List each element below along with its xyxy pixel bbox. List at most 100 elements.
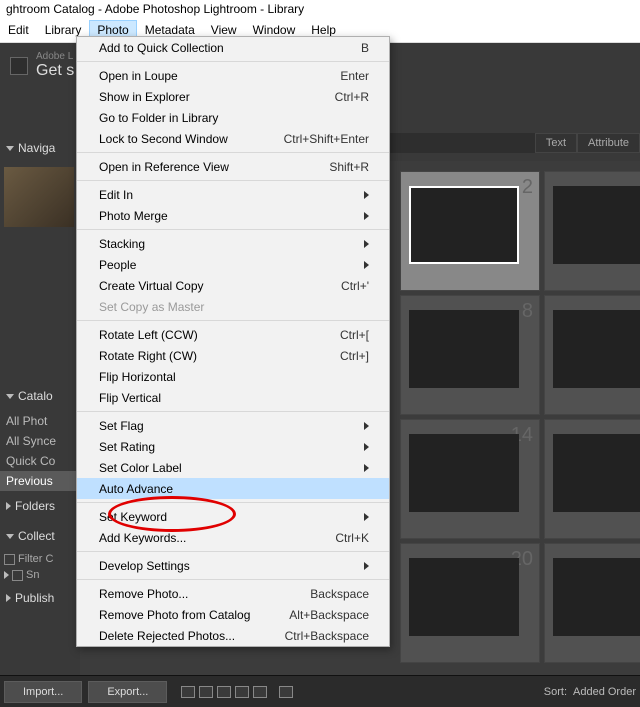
collection-icon [12,570,23,581]
photo-thumbnail[interactable] [409,310,519,388]
grid-view-icon[interactable] [181,686,195,698]
menu-item-shortcut: Ctrl+K [335,531,369,545]
menu-item-rotate-right-cw[interactable]: Rotate Right (CW)Ctrl+] [77,345,389,366]
compare-view-icon[interactable] [217,686,231,698]
chevron-right-icon [6,594,11,602]
chevron-right-icon [4,571,9,579]
menu-item-label: People [99,258,136,272]
menu-item-add-keywords[interactable]: Add Keywords... Ctrl+K [77,527,389,548]
grid-index: 8 [522,300,533,323]
grid-cell[interactable]: 21 [544,543,640,663]
survey-view-icon[interactable] [235,686,249,698]
panel-collections[interactable]: Collect [0,521,80,551]
menu-item-open-in-loupe[interactable]: Open in Loupe Enter [77,65,389,86]
brand-sub: Adobe L [36,51,74,62]
grid-cell[interactable]: 8 [400,295,540,415]
menu-item-remove-photo-from-catalog[interactable]: Remove Photo from CatalogAlt+Backspace [77,604,389,625]
menu-item-remove-photo[interactable]: Remove Photo...Backspace [77,583,389,604]
grid-cell[interactable]: 3 [544,171,640,291]
menu-item-shortcut: Enter [340,69,369,83]
menu-item-rotate-left-ccw[interactable]: Rotate Left (CCW) Ctrl+[ [77,324,389,345]
filter-collections-label: Filter C [18,553,53,565]
menu-item-shortcut: Shift+R [329,160,369,174]
menu-item-label: Set Color Label [99,461,182,475]
panel-catalog-label: Catalo [18,389,53,403]
chevron-down-icon [6,534,14,539]
loupe-view-icon[interactable] [199,686,213,698]
photo-thumbnail[interactable] [409,434,519,512]
photo-thumbnail[interactable] [553,434,640,512]
menu-item-add-to-quick-collection[interactable]: Add to Quick CollectionB [77,37,389,58]
menu-item-label: Open in Loupe [99,69,178,83]
menu-edit[interactable]: Edit [0,20,37,40]
checkbox-icon [4,554,15,565]
catalog-item-quick-collection[interactable]: Quick Co [0,451,80,471]
collection-smart[interactable]: Sn [0,567,80,583]
menu-item-delete-rejected-photos[interactable]: Delete Rejected Photos...Ctrl+Backspace [77,625,389,646]
menu-item-shortcut: Ctrl+' [341,279,369,293]
menu-item-people[interactable]: People [77,254,389,275]
menu-item-set-flag[interactable]: Set Flag [77,415,389,436]
menu-item-lock-to-second-window[interactable]: Lock to Second WindowCtrl+Shift+Enter [77,128,389,149]
library-filter-bar: Text Attribute [390,133,640,153]
menu-item-edit-in[interactable]: Edit In [77,184,389,205]
export-button[interactable]: Export... [88,681,167,703]
menu-item-set-keyword[interactable]: Set Keyword [77,506,389,527]
menu-item-label: Create Virtual Copy [99,279,204,293]
grid-cell[interactable]: 2 [400,171,540,291]
photo-thumbnail[interactable] [409,186,519,264]
panel-publish[interactable]: Publish [0,583,80,613]
people-view-icon[interactable] [253,686,267,698]
menu-item-label: Stacking [99,237,145,251]
filter-collections[interactable]: Filter C [0,551,80,567]
photo-thumbnail[interactable] [553,310,640,388]
menu-item-flip-vertical[interactable]: Flip Vertical [77,387,389,408]
menu-item-set-color-label[interactable]: Set Color Label [77,457,389,478]
menu-item-shortcut: B [361,41,369,55]
photo-thumbnail[interactable] [553,186,640,264]
menu-item-open-in-reference-view[interactable]: Open in Reference ViewShift+R [77,156,389,177]
grid-cell[interactable]: 9 [544,295,640,415]
navigator-preview [4,167,74,227]
menu-item-label: Develop Settings [99,559,190,573]
sort-value[interactable]: Added Order [573,686,636,698]
left-panel: Naviga Catalo All Phot All Synce Quick C… [0,133,80,675]
painter-icon[interactable] [279,686,293,698]
menu-item-label: Go to Folder in Library [99,111,218,125]
photo-menu-dropdown: Add to Quick CollectionB Open in Loupe Ent… [76,36,390,647]
menu-item-auto-advance[interactable]: Auto Advance [77,478,389,499]
brand-main: Get s [36,62,74,80]
menu-item-show-in-explorer[interactable]: Show in ExplorerCtrl+R [77,86,389,107]
grid-cell[interactable]: 14 [400,419,540,539]
grid-cell[interactable]: 20 [400,543,540,663]
chevron-down-icon [6,394,14,399]
catalog-item-all-synced[interactable]: All Synce [0,431,80,451]
menu-item-label: Set Keyword [99,510,167,524]
menu-item-shortcut: Backspace [310,587,369,601]
menu-item-create-virtual-copy[interactable]: Create Virtual Copy Ctrl+' [77,275,389,296]
menu-item-label: Rotate Left (CCW) [99,328,198,342]
chevron-down-icon [6,146,14,151]
photo-thumbnail[interactable] [553,558,640,636]
menu-item-set-rating[interactable]: Set Rating [77,436,389,457]
menu-item-shortcut: Ctrl+[ [340,328,369,342]
catalog-item-all-photos[interactable]: All Phot [0,411,80,431]
menu-item-go-to-folder-in-library[interactable]: Go to Folder in Library [77,107,389,128]
menu-item-photo-merge[interactable]: Photo Merge [77,205,389,226]
panel-folders[interactable]: Folders [0,491,80,521]
filter-tab-text[interactable]: Text [535,133,577,153]
menu-item-develop-settings[interactable]: Develop Settings [77,555,389,576]
menu-item-label: Delete Rejected Photos... [99,629,235,643]
photo-thumbnail[interactable] [409,558,519,636]
import-button[interactable]: Import... [4,681,82,703]
menu-item-flip-horizontal[interactable]: Flip Horizontal [77,366,389,387]
filter-tab-attribute[interactable]: Attribute [577,133,640,153]
catalog-item-previous-import[interactable]: Previous [0,471,80,491]
grid-cell[interactable]: 15 [544,419,640,539]
menu-item-shortcut: Alt+Backspace [289,608,369,622]
menu-item-set-copy-as-master: Set Copy as Master [77,296,389,317]
panel-catalog[interactable]: Catalo [0,381,80,411]
panel-navigator[interactable]: Naviga [0,133,80,163]
menu-item-label: Add Keywords... [99,531,186,545]
menu-item-stacking[interactable]: Stacking [77,233,389,254]
